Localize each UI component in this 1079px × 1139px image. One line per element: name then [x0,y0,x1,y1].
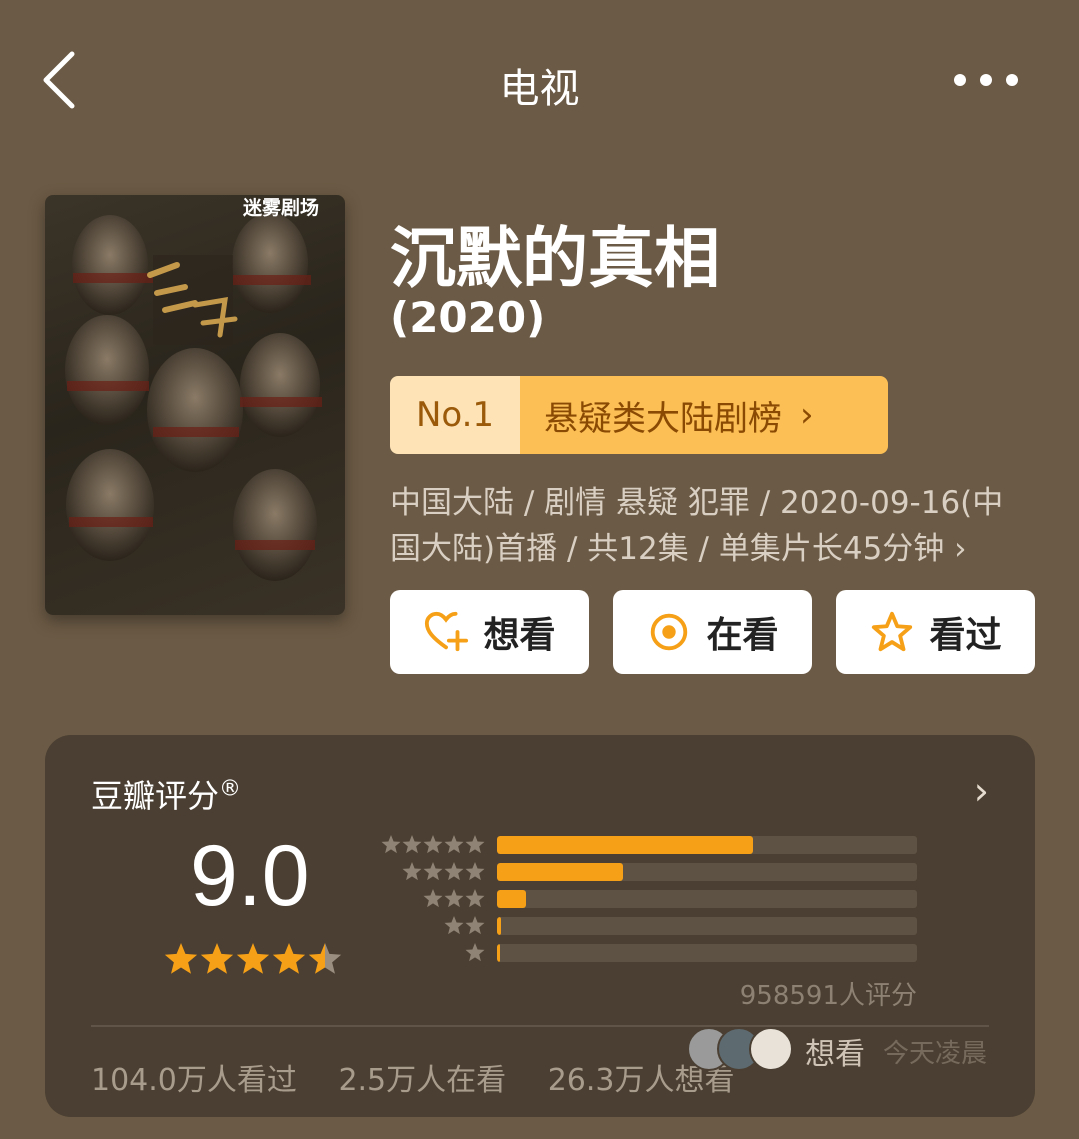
want-to-watch-label: 想看 [483,615,556,656]
watching-label: 在看 [706,615,779,656]
distribution-bar-fill [497,863,623,881]
meta-text: 中国大陆 / 剧情 悬疑 犯罪 / 2020-09-16(中国大陆)首播 / 共… [390,485,1004,567]
star-row-icon [444,916,485,935]
rating-star-icon [200,943,234,974]
friend-activity-time: 今天凌晨 [883,1039,988,1069]
distribution-bar-fill [497,890,527,908]
rating-distribution-row [375,860,920,884]
rating-distribution-row [375,914,920,938]
rating-title-text: 豆瓣评分 [91,777,220,815]
watched-count: 104.0万人看过 [91,1063,297,1098]
poster-art [59,201,322,581]
distribution-star-icon [402,862,422,881]
distribution-star-icon [444,835,464,854]
poster-brand-label: 迷雾剧场 [243,197,320,219]
star-row-icon [402,862,485,881]
distribution-star-icon [465,889,485,908]
friend-action-label: 想看 [805,1037,865,1072]
star-row-icon [423,889,485,908]
avatar [749,1027,793,1071]
rating-star-icon [164,943,198,974]
distribution-star-icon [465,916,485,935]
distribution-bar-fill [497,917,502,935]
chevron-right-icon[interactable]: › [974,769,989,813]
rank-number: No.1 [390,376,520,454]
distribution-bar-fill [497,944,500,962]
chevron-right-icon: › [954,531,967,567]
watching-button[interactable]: 在看 [613,590,812,674]
rank-list-name: 悬疑类大陆剧榜 [544,398,782,439]
action-buttons: 想看 在看 看过 [390,590,1035,674]
distribution-bar-track [497,890,917,908]
friend-activity[interactable]: 想看 今天凌晨 [687,1027,997,1077]
chevron-right-icon: › [800,395,814,435]
distribution-star-icon [465,862,485,881]
rank-list-name-container: 悬疑类大陆剧榜 › [520,376,888,454]
rating-distribution-row [375,833,920,857]
rating-star-icon [308,943,342,974]
distribution-star-icon [423,889,443,908]
rating-count: 958591人评分 [739,981,917,1011]
star-row-icon [381,835,485,854]
more-options-icon[interactable] [946,68,1026,92]
registered-mark: ® [219,776,242,802]
distribution-star-icon [444,862,464,881]
page-title: 电视 [499,66,580,112]
audience-stats: 104.0万人看过 2.5万人在看 26.3万人想看 [91,1055,767,1099]
distribution-bar-track [497,836,917,854]
rating-distribution-row [375,887,920,911]
rating-score: 9.0 [190,828,310,924]
distribution-star-icon [423,835,443,854]
distribution-star-icon [444,889,464,908]
rating-star-icon [236,943,270,974]
distribution-bar-track [497,917,917,935]
show-title: 沉默的真相 [390,220,720,297]
distribution-star-icon [402,835,422,854]
show-poster[interactable]: 迷雾剧场 [45,195,345,615]
distribution-star-icon [465,943,485,962]
target-icon [651,613,688,651]
distribution-bar-fill [497,836,754,854]
star-outline-icon [872,611,913,652]
watching-count: 2.5万人在看 [338,1063,507,1098]
score-stars [164,943,342,974]
distribution-star-icon [465,835,485,854]
distribution-bar-track [497,944,917,962]
watched-label: 看过 [929,615,1002,656]
star-row-icon [465,943,485,962]
rating-title: 豆瓣评分® [91,771,241,817]
show-meta-info[interactable]: 中国大陆 / 剧情 悬疑 犯罪 / 2020-09-16(中国大陆)首播 / 共… [390,480,1030,572]
rating-star-icon [272,943,306,974]
distribution-star-icon [423,862,443,881]
rating-distribution-row [375,941,920,965]
distribution-star-icon [381,835,401,854]
want-to-watch-button[interactable]: 想看 [390,590,589,674]
top-navigation-bar: 电视 [0,0,1079,160]
show-year: (2020) [390,293,546,342]
heart-plus-icon [425,611,469,652]
douban-rating-card[interactable]: 豆瓣评分® › 9.0 958591人评分 104.0万人看过 2.5万人在看 … [45,735,1035,1117]
rating-distribution [375,833,920,967]
distribution-bar-track [497,863,917,881]
distribution-star-icon [444,916,464,935]
ranking-badge[interactable]: No.1 悬疑类大陆剧榜 › [390,376,888,454]
watched-button[interactable]: 看过 [836,590,1035,674]
